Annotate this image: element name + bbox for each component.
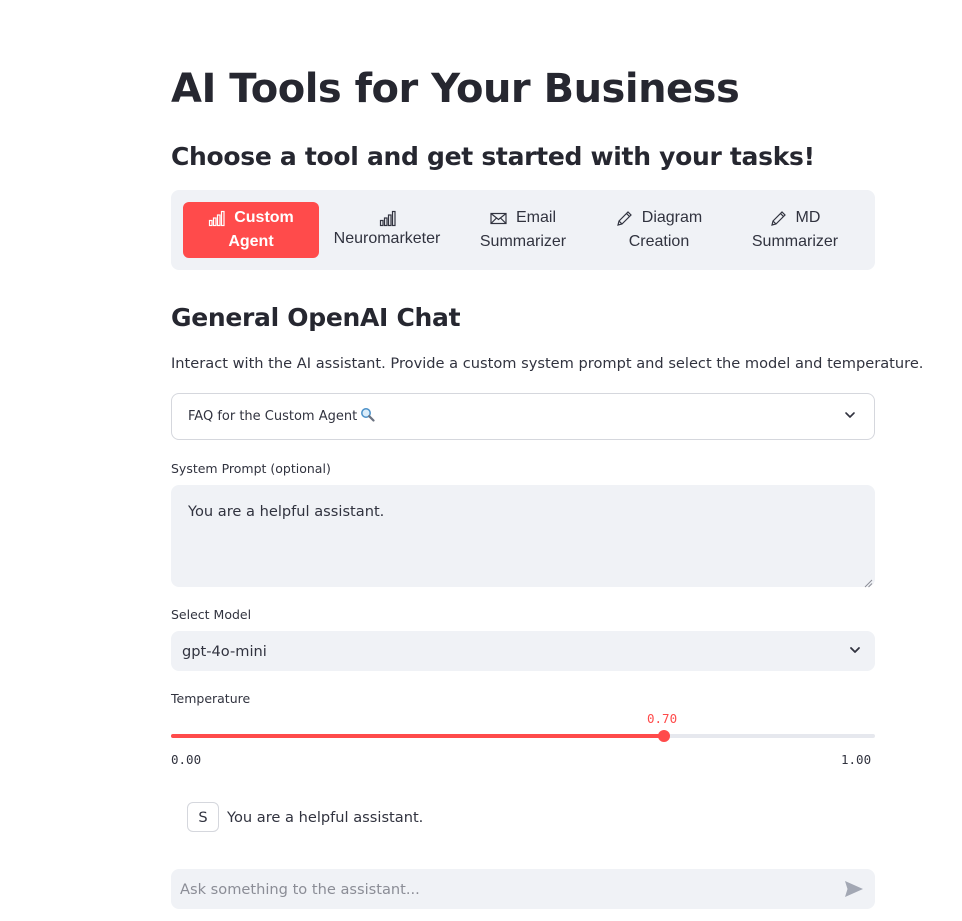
send-icon[interactable] [843, 878, 865, 900]
temperature-value: 0.70 [647, 711, 678, 726]
page-title: AI Tools for Your Business [171, 66, 740, 112]
system-prompt-label: System Prompt (optional) [171, 461, 331, 476]
temperature-label: Temperature [171, 691, 251, 706]
section-title: General OpenAI Chat [171, 303, 461, 332]
model-select[interactable]: gpt-4o-mini [171, 631, 875, 671]
faq-expander[interactable]: FAQ for the Custom Agent [171, 393, 875, 440]
chat-input[interactable] [180, 880, 843, 898]
avatar: S [187, 802, 219, 832]
tool-email-summarizer[interactable]: Email Summarizer [455, 202, 591, 258]
tool-label-line2: Neuromarketer [333, 229, 441, 247]
temperature-slider[interactable] [171, 730, 875, 742]
tool-label-line2: Creation [628, 233, 690, 250]
magnifier-icon [360, 407, 375, 426]
tool-neuromarketer[interactable]: Neuromarketer [319, 202, 455, 258]
tool-md-summarizer[interactable]: MD Summarizer [727, 202, 863, 258]
bar-chart-icon [379, 210, 396, 227]
slider-thumb[interactable] [658, 730, 670, 742]
chevron-down-icon [849, 643, 861, 660]
chat-message-text: You are a helpful assistant. [227, 808, 424, 826]
resize-grip-icon[interactable] [863, 575, 873, 588]
tool-label-line2: Agent [228, 233, 274, 250]
chat-message: S You are a helpful assistant. [187, 802, 423, 832]
chevron-down-icon [844, 409, 856, 425]
envelope-icon [490, 210, 507, 227]
select-model-label: Select Model [171, 607, 252, 622]
tool-label-line1: Email [515, 209, 556, 226]
slider-fill [171, 734, 664, 738]
tool-label-line2: Summarizer [751, 233, 839, 250]
model-selected-value: gpt-4o-mini [182, 642, 267, 660]
chat-input-container [171, 869, 875, 909]
system-prompt-value: You are a helpful assistant. [188, 503, 385, 520]
system-prompt-textarea[interactable]: You are a helpful assistant. [171, 485, 875, 588]
slider-min-label: 0.00 [171, 752, 202, 767]
slider-max-label: 1.00 [841, 752, 872, 767]
tool-label-line2: Summarizer [479, 233, 567, 250]
tool-selector: Custom Agent Neuromarketer Email Summari… [171, 190, 875, 270]
bar-chart-icon [208, 210, 225, 227]
pencil-icon [770, 210, 787, 227]
tool-diagram-creation[interactable]: Diagram Creation [591, 202, 727, 258]
tool-custom-agent[interactable]: Custom Agent [183, 202, 319, 258]
tool-label-line1: MD [795, 209, 821, 226]
faq-label: FAQ for the Custom Agent [188, 409, 358, 424]
section-description: Interact with the AI assistant. Provide … [171, 355, 924, 372]
pencil-icon [616, 210, 633, 227]
page-subtitle: Choose a tool and get started with your … [171, 142, 815, 171]
tool-label-line1: Custom [234, 209, 294, 226]
tool-label-line1: Diagram [641, 209, 703, 226]
